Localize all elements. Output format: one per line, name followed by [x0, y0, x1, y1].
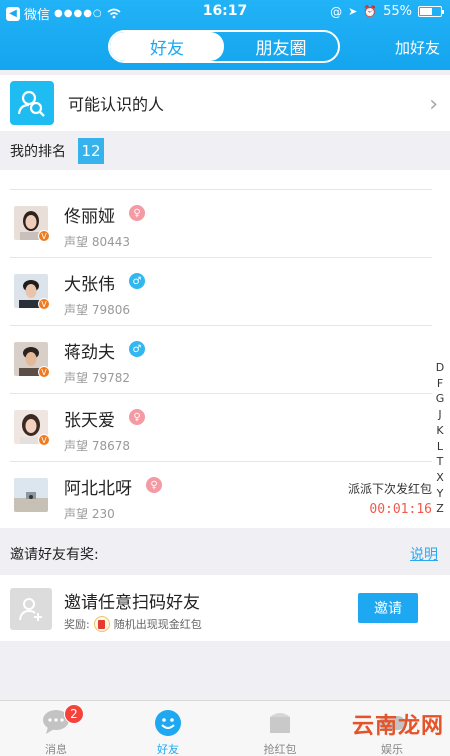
tab-label: 抢红包 [263, 743, 297, 756]
battery-icon [418, 6, 444, 17]
invite-section-title: 邀请好友有奖: [10, 547, 99, 563]
reward-label: 奖励: [64, 618, 90, 631]
friend-row[interactable]: V 蒋劲夫 ♂ 声望 79782 [0, 326, 432, 394]
reward-text: 随机出现现金红包 [113, 618, 202, 631]
friend-fame: 声望 230 [64, 507, 115, 521]
index-letter[interactable]: L [434, 439, 446, 455]
friend-fame: 声望 79782 [64, 371, 130, 385]
people-you-may-know-row[interactable]: 可能认识的人 › [0, 75, 450, 131]
people-search-icon [10, 81, 54, 125]
friend-name: 佟丽娅 [64, 207, 115, 227]
index-letter[interactable]: D [434, 360, 446, 376]
index-letter[interactable]: X [434, 470, 446, 486]
add-friend-button[interactable]: 加好友 [395, 37, 440, 58]
friend-name: 大张伟 [64, 275, 115, 295]
red-packet-note: 派派下次发红包 [347, 482, 432, 496]
avatar [14, 478, 48, 512]
my-ranking-badge: 12 [78, 138, 104, 164]
friend-row[interactable]: V 张天爱 ♀ 声望 78678 [0, 394, 432, 462]
friend-ranking-list[interactable]: V 佟丽娅 ♀ 声望 80443 V 大张伟 ♂ 声望 79806 V 蒋劲夫 … [0, 170, 450, 528]
battery-percent: 55% [383, 4, 412, 19]
friend-fame: 声望 79806 [64, 303, 130, 317]
location-icon: ➤ [348, 5, 358, 18]
pymk-label: 可能认识的人 [68, 95, 165, 114]
red-packet-icon [93, 616, 110, 632]
verified-badge-icon: V [38, 230, 50, 242]
friend-fame: 声望 80443 [64, 235, 130, 249]
status-bar: ◀ 微信 ●●●●○ 16:17 @ ➤ ⏰ 55% [0, 0, 450, 26]
index-letter[interactable]: K [434, 423, 446, 439]
friend-row[interactable]: V 佟丽娅 ♀ 声望 80443 [0, 190, 432, 258]
red-packet-tab-icon [270, 713, 290, 733]
friend-row[interactable]: 阿北北呀 ♀ 声望 230 派派下次发红包 00:01:16 [0, 462, 432, 528]
index-letter[interactable]: F [434, 376, 446, 392]
invite-section-header: 邀请好友有奖: 说明 [0, 533, 450, 573]
chevron-right-icon: › [429, 92, 438, 117]
friend-fame: 声望 78678 [64, 439, 130, 453]
index-letter[interactable]: T [434, 454, 446, 470]
index-letter[interactable]: Z [434, 501, 446, 517]
tab-label: 娱乐 [381, 743, 403, 756]
male-icon: ♂ [129, 273, 145, 289]
my-ranking-label: 我的排名 [10, 144, 66, 160]
top-header: ◀ 微信 ●●●●○ 16:17 @ ➤ ⏰ 55% 好友 朋友圈 加好友 [0, 0, 450, 70]
tab-label: 消息 [45, 743, 67, 756]
add-person-icon [10, 588, 52, 630]
verified-badge-icon: V [38, 298, 50, 310]
lock-rotation-icon: @ [330, 4, 343, 19]
invite-reward: 奖励: 随机出现现金红包 [64, 616, 202, 632]
verified-badge-icon: V [38, 366, 50, 378]
invite-row: 邀请任意扫码好友 奖励: 随机出现现金红包 邀请 [0, 575, 450, 641]
tab-red-packet[interactable]: 抢红包 [224, 701, 336, 756]
index-letter[interactable]: Y [434, 486, 446, 502]
friend-name: 张天爱 [64, 411, 115, 431]
female-icon: ♀ [129, 409, 145, 425]
male-icon: ♂ [129, 341, 145, 357]
invite-title: 邀请任意扫码好友 [64, 593, 200, 613]
verified-badge-icon: V [38, 434, 50, 446]
tab-label: 好友 [157, 743, 179, 756]
segmented-control: 好友 朋友圈 [108, 30, 340, 63]
tab-friends-bottom[interactable]: 好友 [112, 701, 224, 756]
explain-link[interactable]: 说明 [410, 544, 438, 564]
status-right: @ ➤ ⏰ 55% [330, 4, 444, 19]
my-ranking-header: 我的排名 12 [0, 133, 450, 169]
invite-button[interactable]: 邀请 [358, 593, 418, 623]
index-letter[interactable]: J [434, 407, 446, 423]
tab-messages[interactable]: 2 消息 [0, 701, 112, 756]
female-icon: ♀ [129, 205, 145, 221]
alarm-icon: ⏰ [363, 5, 378, 18]
friend-row[interactable]: V 大张伟 ♂ 声望 79806 [0, 258, 432, 326]
unread-badge: 2 [64, 704, 84, 724]
female-icon: ♀ [146, 477, 162, 493]
countdown-timer: 00:01:16 [369, 502, 432, 517]
friend-name: 蒋劲夫 [64, 343, 115, 363]
alphabet-index[interactable]: D F G J K L T X Y Z [434, 360, 446, 517]
friend-name: 阿北北呀 [64, 479, 132, 499]
index-letter[interactable]: G [434, 391, 446, 407]
tab-friends[interactable]: 好友 [110, 32, 224, 61]
watermark-logo: 云南龙网 [351, 714, 444, 739]
tab-moments[interactable]: 朋友圈 [224, 32, 338, 61]
smiley-icon [155, 710, 181, 736]
